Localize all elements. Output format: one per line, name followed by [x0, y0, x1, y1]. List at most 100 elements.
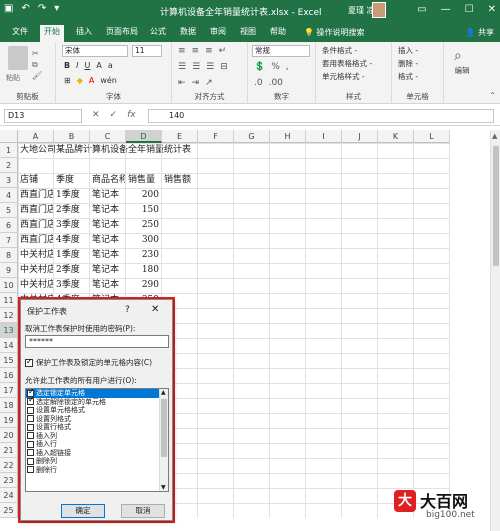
sheet-title-cell[interactable]: 大地公司某品牌计算机设备全年销量统计表: [20, 143, 191, 158]
permission-item[interactable]: 插入列: [26, 432, 160, 441]
table-cell[interactable]: 季度: [56, 173, 90, 188]
font-color-icon[interactable]: A: [89, 76, 94, 85]
ok-button[interactable]: 确定: [61, 504, 105, 518]
table-cell[interactable]: 1季度: [56, 248, 90, 263]
table-cell[interactable]: 笔记本: [92, 188, 126, 203]
permission-item[interactable]: 插入超链接: [26, 449, 160, 458]
cell-styles-button[interactable]: 单元格样式 -: [322, 70, 372, 83]
permission-item[interactable]: 插入行: [26, 440, 160, 449]
align-right-icon[interactable]: ☰: [206, 62, 214, 72]
row-header[interactable]: 6: [0, 218, 18, 233]
row-header[interactable]: 10: [0, 278, 18, 293]
row-header[interactable]: 18: [0, 398, 18, 413]
insert-cells-button[interactable]: 插入 -: [398, 44, 418, 57]
table-cell[interactable]: 中关村店: [20, 248, 54, 263]
row-header[interactable]: 5: [0, 203, 18, 218]
maximize-icon[interactable]: ☐: [465, 4, 474, 15]
table-cell[interactable]: 销售量: [128, 173, 162, 188]
currency-icon[interactable]: 💲: [254, 62, 265, 72]
phonetic-icon[interactable]: wén: [100, 76, 117, 85]
list-scroll-thumb[interactable]: [161, 399, 167, 457]
row-header[interactable]: 8: [0, 248, 18, 263]
number-format-select[interactable]: 常规: [252, 45, 310, 57]
share-button[interactable]: 👤 共享: [465, 27, 494, 38]
close-icon[interactable]: ✕: [151, 304, 159, 315]
column-header[interactable]: F: [198, 130, 234, 143]
formula-input[interactable]: 140: [148, 109, 494, 123]
table-cell[interactable]: 笔记本: [92, 233, 126, 248]
fill-color-icon[interactable]: ◆: [77, 76, 83, 85]
table-cell[interactable]: 西直门店: [20, 218, 54, 233]
avatar[interactable]: [372, 2, 386, 18]
list-scrollbar[interactable]: ▲ ▼: [159, 389, 168, 491]
table-cell[interactable]: 中关村店: [20, 263, 54, 278]
permission-checkbox[interactable]: [27, 423, 34, 431]
table-cell[interactable]: 商品名称: [92, 173, 126, 188]
tab-page-layout[interactable]: 页面布局: [102, 25, 142, 42]
permission-item[interactable]: 删除行: [26, 466, 160, 475]
editing-label[interactable]: 编辑: [444, 65, 480, 76]
delete-cells-button[interactable]: 删除 -: [398, 57, 418, 70]
table-cell[interactable]: 店铺: [20, 173, 54, 188]
ribbon-display-icon[interactable]: ▭: [417, 4, 426, 15]
tab-insert[interactable]: 插入: [72, 25, 96, 42]
row-header[interactable]: 11: [0, 293, 18, 308]
conditional-format-button[interactable]: 条件格式 -: [322, 44, 372, 57]
row-header[interactable]: 4: [0, 188, 18, 203]
grow-font-icon[interactable]: A: [96, 61, 101, 70]
border-icon[interactable]: ⊞: [64, 76, 71, 85]
font-name-select[interactable]: 宋体: [62, 45, 128, 57]
permission-item[interactable]: 删除列: [26, 457, 160, 466]
help-icon[interactable]: ?: [125, 305, 130, 315]
scroll-up-icon[interactable]: ▲: [492, 132, 497, 140]
column-header[interactable]: D: [126, 130, 162, 143]
table-cell[interactable]: 2季度: [56, 203, 90, 218]
scroll-down-icon[interactable]: ▼: [161, 484, 166, 491]
column-header[interactable]: E: [162, 130, 198, 143]
protect-checkbox[interactable]: [25, 357, 33, 367]
format-painter-icon[interactable]: 🖌: [32, 70, 42, 81]
wrap-text-icon[interactable]: ↵: [219, 46, 227, 56]
align-middle-icon[interactable]: ≡: [192, 46, 200, 56]
permission-checkbox[interactable]: [27, 406, 34, 414]
table-cell[interactable]: 300: [126, 233, 162, 248]
decrease-decimal-icon[interactable]: .00: [269, 78, 283, 88]
vertical-scrollbar[interactable]: ▲: [490, 130, 500, 531]
permission-checkbox[interactable]: [27, 440, 34, 448]
table-cell[interactable]: 西直门店: [20, 203, 54, 218]
permission-checkbox[interactable]: [27, 415, 34, 423]
merge-center-icon[interactable]: ⊟: [220, 62, 228, 72]
align-center-icon[interactable]: ☰: [192, 62, 200, 72]
row-header[interactable]: 14: [0, 338, 18, 353]
align-left-icon[interactable]: ☰: [178, 62, 186, 72]
underline-icon[interactable]: U: [84, 61, 90, 70]
scroll-thumb[interactable]: [493, 146, 499, 266]
paste-button[interactable]: 粘贴: [6, 73, 20, 83]
close-icon[interactable]: ✕: [488, 4, 496, 15]
table-cell[interactable]: 笔记本: [92, 218, 126, 233]
row-header[interactable]: 22: [0, 458, 18, 473]
collapse-ribbon-icon[interactable]: ⌃: [489, 91, 496, 100]
bold-icon[interactable]: B: [64, 61, 70, 70]
row-header[interactable]: 21: [0, 443, 18, 458]
permission-item[interactable]: 选定锁定单元格: [26, 389, 160, 398]
align-top-icon[interactable]: ≡: [178, 46, 186, 56]
table-cell[interactable]: 1季度: [56, 188, 90, 203]
row-header[interactable]: 24: [0, 488, 18, 503]
format-cells-button[interactable]: 格式 -: [398, 70, 418, 83]
table-cell[interactable]: 230: [126, 248, 162, 263]
table-cell[interactable]: 3季度: [56, 218, 90, 233]
tab-help[interactable]: 帮助: [266, 25, 290, 42]
row-header[interactable]: 2: [0, 158, 18, 173]
scroll-up-icon[interactable]: ▲: [161, 389, 166, 396]
cancel-button[interactable]: 取消: [121, 504, 165, 518]
tab-review[interactable]: 审阅: [206, 25, 230, 42]
undo-icon[interactable]: ↶: [21, 3, 29, 14]
table-cell[interactable]: 250: [126, 218, 162, 233]
paste-icon[interactable]: [8, 46, 28, 70]
table-cell[interactable]: 180: [126, 263, 162, 278]
column-header[interactable]: I: [306, 130, 342, 143]
permission-item[interactable]: 设置行格式: [26, 423, 160, 432]
table-cell[interactable]: 150: [126, 203, 162, 218]
table-cell[interactable]: 4季度: [56, 233, 90, 248]
